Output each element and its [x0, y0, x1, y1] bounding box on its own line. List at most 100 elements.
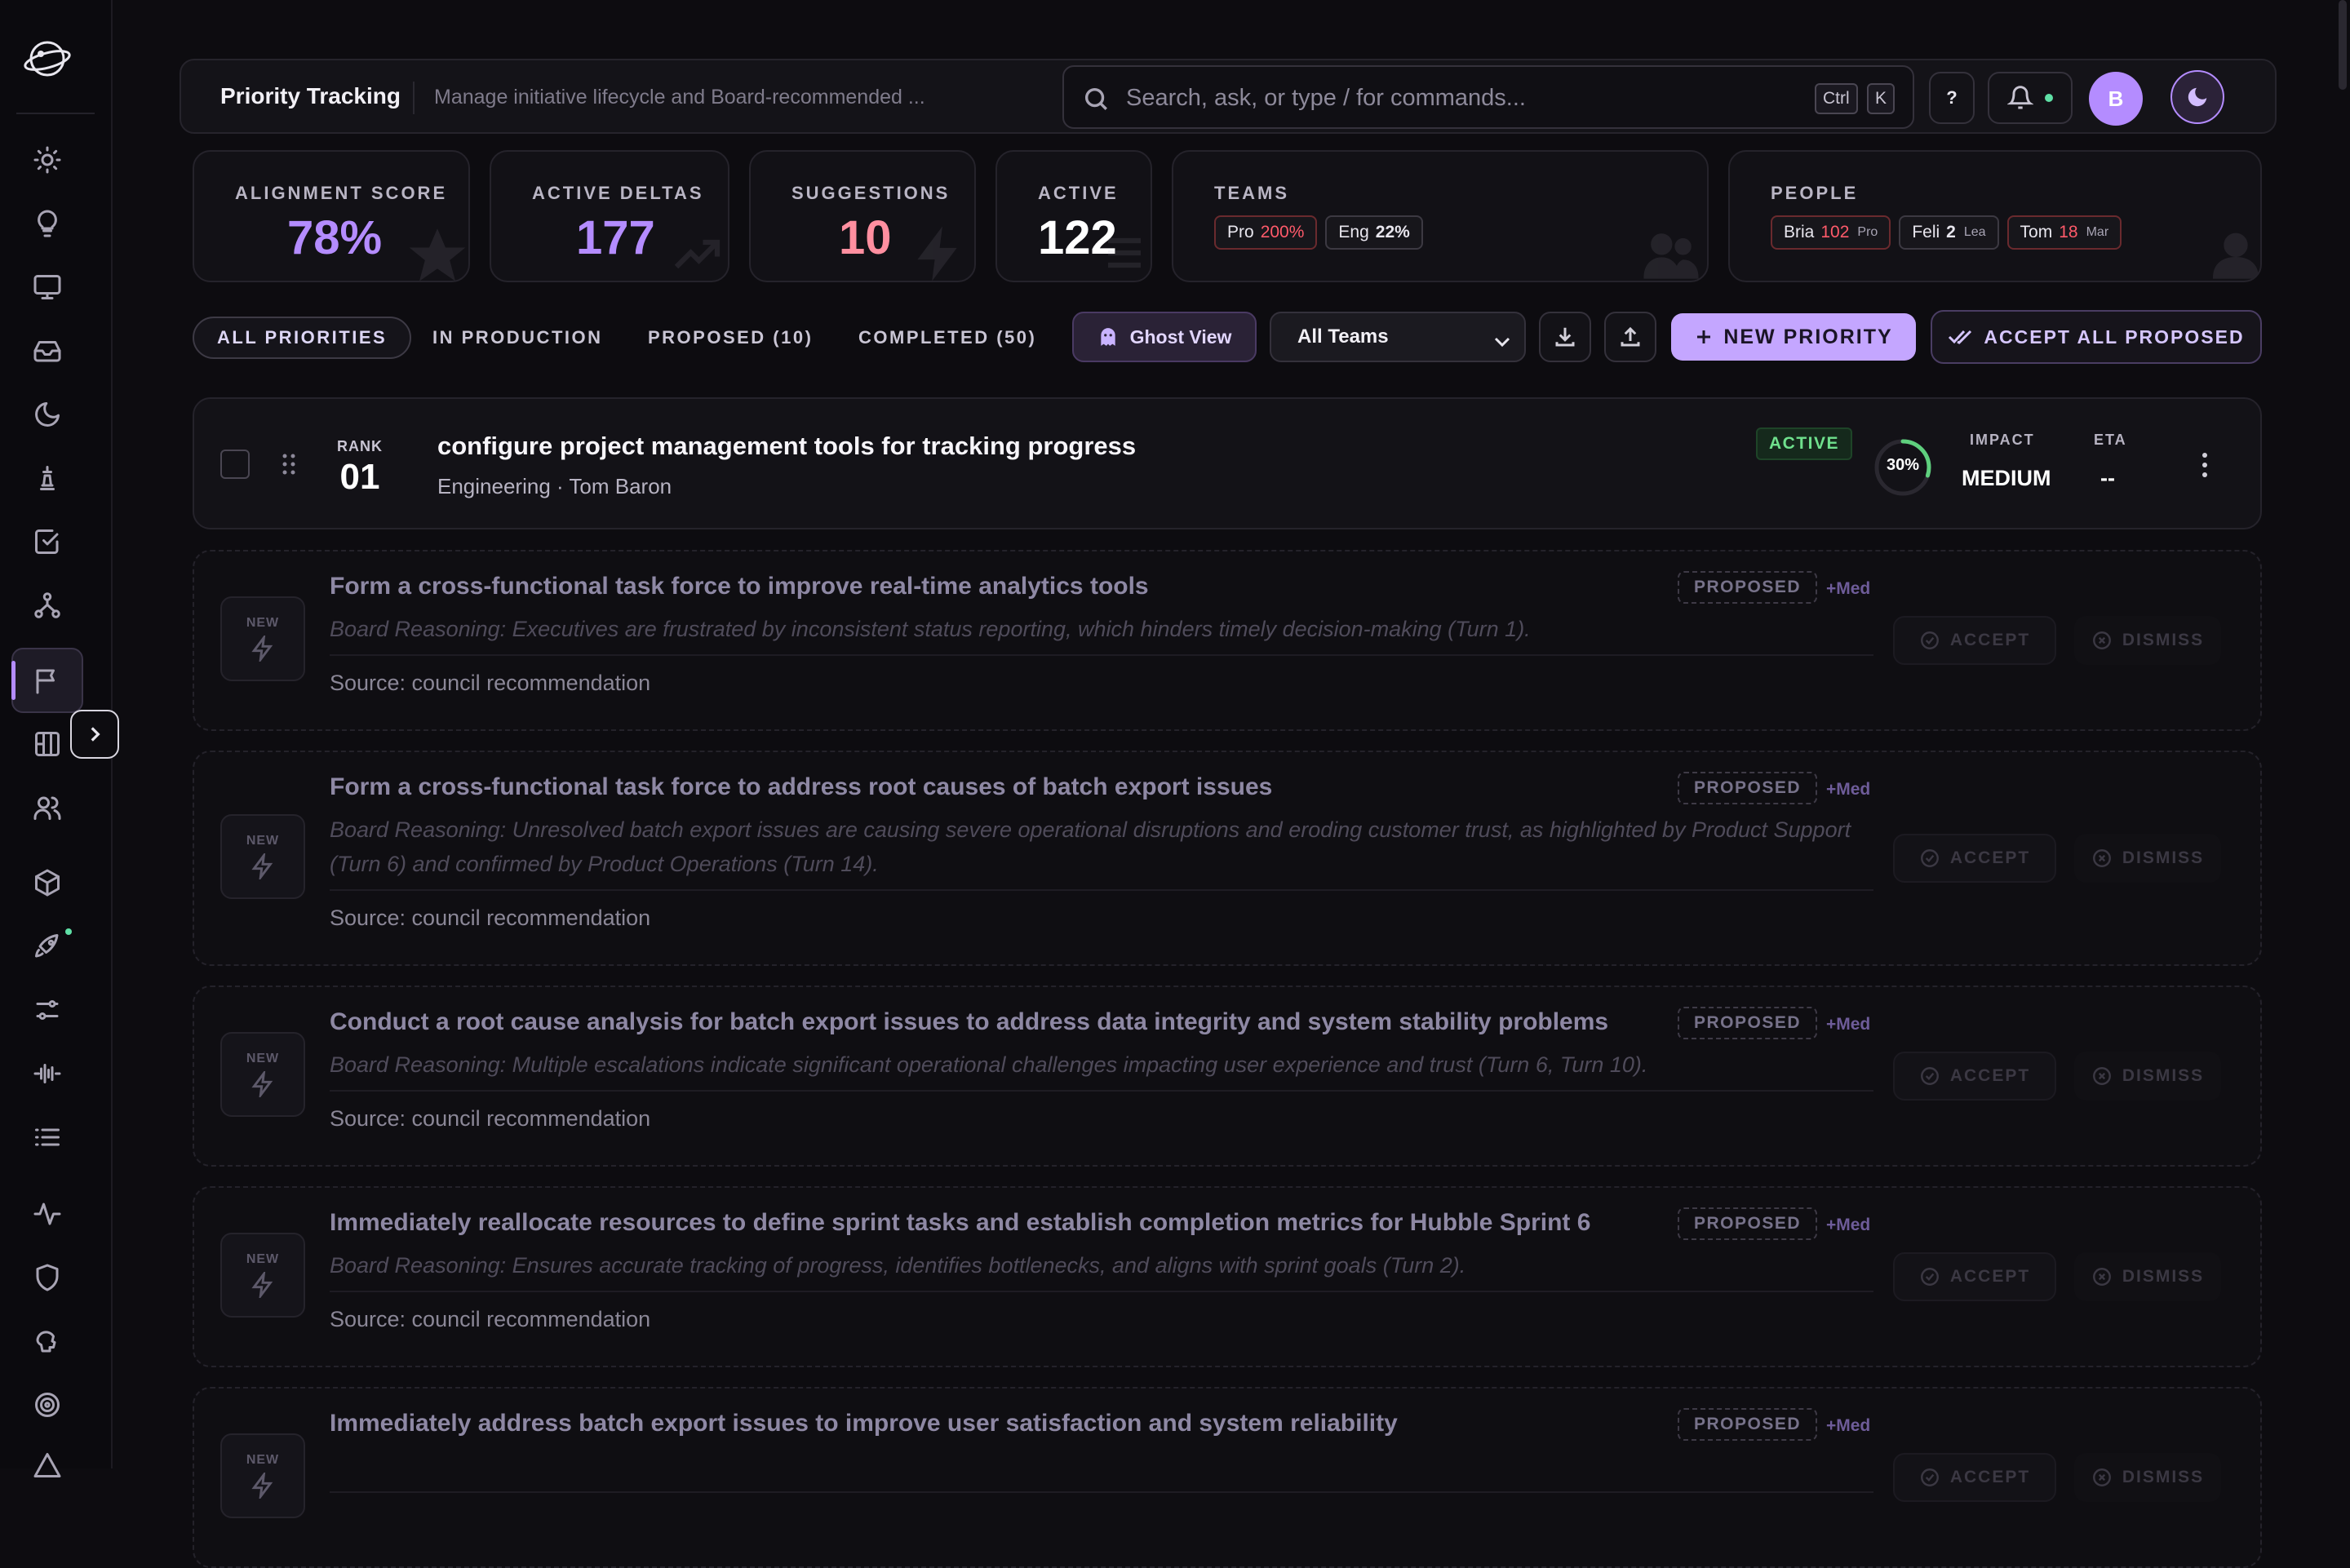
page-scrollbar[interactable] [2339, 0, 2347, 90]
dismiss-button[interactable]: DISMISS [2074, 834, 2221, 883]
lightbulb-icon[interactable] [28, 204, 67, 243]
inbox-icon[interactable] [28, 331, 67, 370]
drag-handle-icon[interactable] [281, 453, 297, 476]
accept-button[interactable]: ACCEPT [1893, 1052, 2056, 1101]
upload-button[interactable] [1604, 312, 1656, 362]
more-options-icon[interactable] [2198, 451, 2211, 479]
person-value: 18 [2059, 223, 2078, 241]
priority-card-proposed[interactable]: NEW Conduct a root cause analysis for ba… [193, 986, 2262, 1167]
priority-card-proposed[interactable]: NEW Immediately reallocate resources to … [193, 1186, 2262, 1367]
list-icon[interactable] [28, 1118, 67, 1157]
team-pill[interactable]: Pro 200% [1214, 215, 1318, 250]
person-pill[interactable]: Bria 102 Pro [1771, 215, 1891, 250]
chess-piece-icon[interactable] [28, 458, 67, 498]
team-name: Eng [1338, 223, 1369, 241]
activity-icon[interactable] [28, 1194, 67, 1234]
sun-icon[interactable] [28, 140, 67, 179]
network-icon[interactable] [28, 586, 67, 625]
accept-button[interactable]: ACCEPT [1893, 616, 2056, 665]
tab-in-production[interactable]: IN PRODUCTION [432, 317, 603, 359]
x-circle-icon [2092, 1468, 2111, 1486]
stat-label: SUGGESTIONS [791, 183, 951, 203]
waveform-icon[interactable] [28, 1054, 67, 1093]
person-value: 102 [1820, 223, 1850, 241]
dismiss-label: DISMISS [2122, 1066, 2205, 1085]
checklist-icon[interactable] [28, 522, 67, 561]
priority-card-proposed[interactable]: NEW Form a cross-functional task force t… [193, 550, 2262, 731]
check-circle-icon [1920, 1067, 1939, 1085]
accept-all-proposed-button[interactable]: ACCEPT ALL PROPOSED [1931, 310, 2262, 364]
lightning-icon [251, 1473, 273, 1499]
team-pill[interactable]: Eng 22% [1325, 215, 1423, 250]
accept-button[interactable]: ACCEPT [1893, 834, 2056, 883]
new-label: NEW [246, 1052, 280, 1065]
dismiss-button[interactable]: DISMISS [2074, 1453, 2221, 1502]
stat-value: 10 [839, 211, 892, 264]
users-icon[interactable] [28, 788, 67, 827]
impact-delta: +Med [1826, 1015, 1871, 1034]
stat-label: ALIGNMENT SCORE [235, 183, 448, 203]
shield-icon[interactable] [28, 1258, 67, 1297]
dismiss-button[interactable]: DISMISS [2074, 616, 2221, 665]
tab-all-priorities[interactable]: ALL PRIORITIES [193, 317, 412, 359]
priority-title[interactable]: configure project management tools for t… [437, 432, 1136, 461]
proposal-source: Source: council recommendation [330, 671, 651, 695]
proposal-title[interactable]: Conduct a root cause analysis for batch … [330, 1008, 1608, 1036]
tab-completed[interactable]: COMPLETED (50) [858, 317, 1036, 359]
status-badge: ACTIVE [1756, 427, 1853, 460]
download-button[interactable] [1539, 312, 1591, 362]
board-icon[interactable] [28, 724, 67, 764]
upload-icon [1621, 326, 1640, 347]
triangle-icon[interactable] [28, 1446, 67, 1485]
accept-button[interactable]: ACCEPT [1893, 1252, 2056, 1301]
new-priority-button[interactable]: NEW PRIORITY [1671, 313, 1916, 361]
rocket-icon[interactable] [28, 927, 67, 966]
search-input[interactable] [1126, 77, 1779, 119]
page-title: Priority Tracking [220, 83, 401, 109]
title-divider [413, 82, 415, 114]
sidebar-expand-button[interactable] [70, 710, 119, 759]
team-filter-select[interactable]: All Teams [1270, 312, 1526, 362]
theme-toggle-button[interactable] [2170, 70, 2224, 124]
proposal-title[interactable]: Form a cross-functional task force to ad… [330, 773, 1272, 801]
priority-card-proposed[interactable]: NEW Immediately address batch export iss… [193, 1387, 2262, 1568]
notifications-button[interactable] [1988, 72, 2073, 124]
stat-people: PEOPLE Bria 102 Pro Feli 2 Lea Tom 18 Mar [1728, 150, 2262, 282]
proposed-badge: PROPOSED [1678, 772, 1818, 804]
ghost-view-button[interactable]: Ghost View [1072, 312, 1257, 362]
top-bar: Priority Tracking Manage initiative life… [180, 59, 2277, 134]
moon-icon[interactable] [28, 395, 67, 434]
people-pills: Bria 102 Pro Feli 2 Lea Tom 18 Mar [1771, 215, 2130, 250]
dismiss-button[interactable]: DISMISS [2074, 1252, 2221, 1301]
person-pill[interactable]: Tom 18 Mar [2006, 215, 2122, 250]
app-logo[interactable] [21, 33, 73, 85]
help-button[interactable]: ? [1929, 72, 1975, 124]
tab-proposed[interactable]: PROPOSED (10) [648, 317, 813, 359]
priority-card-proposed[interactable]: NEW Form a cross-functional task force t… [193, 751, 2262, 966]
proposal-title[interactable]: Form a cross-functional task force to im… [330, 573, 1149, 600]
person-pill[interactable]: Feli 2 Lea [1899, 215, 1999, 250]
stat-value: 177 [576, 211, 655, 264]
brain-icon[interactable] [28, 1322, 67, 1361]
proposal-title[interactable]: Immediately address batch export issues … [330, 1410, 1398, 1437]
select-checkbox[interactable] [220, 450, 250, 479]
new-badge: NEW [220, 1032, 305, 1117]
new-badge: NEW [220, 596, 305, 681]
priority-card-active[interactable]: RANK 01 configure project management too… [193, 397, 2262, 529]
accept-label: ACCEPT [1949, 1267, 2031, 1286]
impact-delta: +Med [1826, 780, 1871, 799]
proposal-title[interactable]: Immediately reallocate resources to defi… [330, 1209, 1590, 1237]
stat-label: TEAMS [1214, 183, 1289, 203]
stat-teams: TEAMS Pro 200% Eng 22% [1172, 150, 1709, 282]
command-search[interactable]: Ctrl K [1062, 65, 1914, 129]
flag-icon[interactable] [11, 648, 83, 713]
accept-button[interactable]: ACCEPT [1893, 1453, 2056, 1502]
proposal-source: Source: council recommendation [330, 1106, 651, 1131]
user-avatar[interactable]: B [2089, 72, 2143, 126]
sliders-icon[interactable] [28, 990, 67, 1030]
dismiss-button[interactable]: DISMISS [2074, 1052, 2221, 1101]
progress-value: 30% [1886, 456, 1920, 474]
cube-icon[interactable] [28, 863, 67, 902]
monitor-icon[interactable] [28, 268, 67, 307]
target-icon[interactable] [28, 1385, 67, 1424]
